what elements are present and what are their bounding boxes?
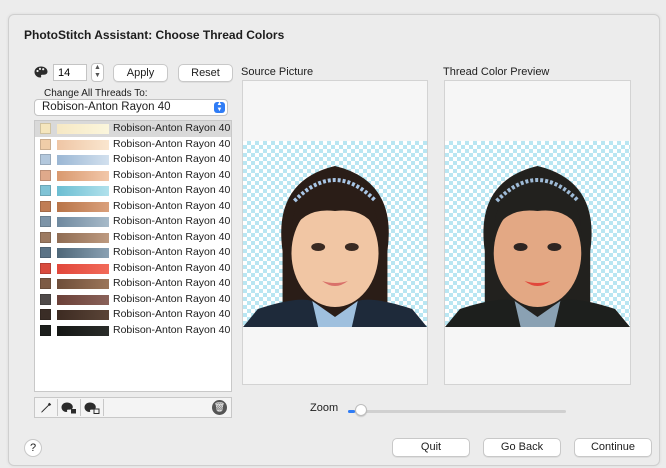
reset-button[interactable]: Reset bbox=[178, 64, 233, 82]
thread-color-strip bbox=[57, 263, 109, 274]
thread-row[interactable]: Robison-Anton Rayon 40 25 bbox=[35, 307, 231, 323]
thread-name: Robison-Anton Rayon 40 24 bbox=[113, 168, 232, 181]
thread-row[interactable]: Robison-Anton Rayon 40 25 bbox=[35, 261, 231, 277]
thread-color-strip bbox=[57, 325, 109, 336]
eyedropper-button[interactable] bbox=[35, 399, 58, 416]
go-back-button[interactable]: Go Back bbox=[483, 438, 561, 457]
source-picture-image bbox=[243, 141, 427, 327]
thread-swatch bbox=[40, 185, 51, 196]
thread-row[interactable]: Robison-Anton Rayon 40 23 bbox=[35, 230, 231, 246]
thread-row[interactable]: Robison-Anton Rayon 40 24 bbox=[35, 323, 231, 339]
thread-swatch bbox=[40, 169, 51, 181]
thread-swatch bbox=[40, 324, 51, 336]
zoom-slider-fill bbox=[348, 410, 355, 413]
window-title: PhotoStitch Assistant: Choose Thread Col… bbox=[24, 28, 285, 42]
thread-name: Robison-Anton Rayon 40 26 bbox=[113, 292, 232, 305]
thread-row[interactable]: Robison-Anton Rayon 40 22 bbox=[35, 199, 231, 215]
thread-swatch bbox=[40, 138, 51, 150]
replace-color-button[interactable] bbox=[81, 399, 104, 416]
thread-name: Robison-Anton Rayon 40 25 bbox=[113, 261, 232, 274]
chevron-up-icon: ▲ bbox=[94, 64, 101, 71]
thread-swatch bbox=[40, 154, 51, 165]
thread-name: Robison-Anton Rayon 40 24 bbox=[113, 137, 232, 150]
thread-color-strip bbox=[57, 310, 109, 320]
select-chevron-icon: ▲ ▼ bbox=[214, 101, 225, 113]
thread-name: Robison-Anton Rayon 40 23 bbox=[113, 184, 232, 196]
thread-color-strip bbox=[57, 279, 109, 289]
zoom-label: Zoom bbox=[310, 402, 339, 414]
add-color-button[interactable] bbox=[58, 399, 81, 416]
trash-icon[interactable]: 🗑 bbox=[212, 400, 227, 415]
thread-swatch bbox=[40, 262, 51, 274]
change-all-label: Change All Threads To: bbox=[44, 88, 148, 99]
thread-color-strip bbox=[57, 248, 109, 258]
source-picture-label: Source Picture bbox=[241, 66, 314, 78]
thread-preview-image bbox=[445, 141, 630, 327]
color-count-stepper[interactable]: ▲ ▼ bbox=[91, 63, 104, 82]
thread-row[interactable]: Robison-Anton Rayon 40 24 bbox=[35, 168, 231, 184]
thread-row[interactable]: Robison-Anton Rayon 40 23 bbox=[35, 183, 231, 199]
thread-name: Robison-Anton Rayon 40 24 bbox=[113, 277, 232, 289]
thread-color-strip bbox=[57, 294, 109, 305]
thread-swatch bbox=[40, 216, 51, 227]
quit-button[interactable]: Quit bbox=[392, 438, 470, 457]
thread-swatch bbox=[40, 231, 51, 243]
zoom-slider-track[interactable] bbox=[348, 410, 566, 413]
thread-color-strip bbox=[57, 170, 109, 181]
thread-row[interactable]: Robison-Anton Rayon 40 26 bbox=[35, 214, 231, 230]
thread-list[interactable]: Robison-Anton Rayon 40 23 Robison-Anton R… bbox=[34, 120, 232, 392]
thread-color-strip bbox=[57, 155, 109, 165]
thread-color-strip bbox=[57, 232, 109, 243]
thread-preview-label: Thread Color Preview bbox=[443, 66, 550, 78]
thread-name: Robison-Anton Rayon 40 24 bbox=[113, 323, 232, 336]
thread-color-strip bbox=[57, 139, 109, 150]
zoom-slider-knob[interactable] bbox=[354, 404, 367, 416]
thread-swatch bbox=[40, 247, 51, 258]
thread-swatch bbox=[40, 123, 51, 134]
continue-button[interactable]: Continue bbox=[574, 438, 652, 457]
thread-row[interactable]: Robison-Anton Rayon 40 26 bbox=[35, 292, 231, 308]
thread-name: Robison-Anton Rayon 40 23 bbox=[113, 153, 232, 165]
thread-toolbar: 🗑 bbox=[34, 397, 232, 418]
thread-name: Robison-Anton Rayon 40 22 bbox=[113, 199, 232, 212]
thread-row[interactable]: Robison-Anton Rayon 40 24 bbox=[35, 137, 231, 153]
palette-swap-icon bbox=[84, 402, 100, 414]
thread-row[interactable]: Robison-Anton Rayon 40 24 bbox=[35, 276, 231, 292]
thread-color-strip bbox=[57, 201, 109, 212]
thread-preview-panel bbox=[444, 80, 631, 385]
thread-name: Robison-Anton Rayon 40 23 bbox=[113, 230, 232, 243]
thread-swatch bbox=[40, 278, 51, 289]
thread-swatch bbox=[40, 309, 51, 320]
chevron-down-icon: ▼ bbox=[94, 72, 101, 79]
thread-color-strip bbox=[57, 186, 109, 196]
thread-row[interactable]: Robison-Anton Rayon 40 23 bbox=[35, 152, 231, 168]
thread-row[interactable]: Robison-Anton Rayon 40 23 bbox=[35, 121, 231, 137]
source-picture-panel bbox=[242, 80, 428, 385]
palette-icon bbox=[34, 66, 48, 78]
thread-name: Robison-Anton Rayon 40 26 bbox=[113, 246, 232, 258]
thread-swatch bbox=[40, 293, 51, 305]
apply-button[interactable]: Apply bbox=[113, 64, 168, 82]
palette-add-icon bbox=[61, 402, 76, 414]
help-button[interactable]: ? bbox=[24, 439, 42, 457]
eyedropper-icon bbox=[41, 402, 52, 413]
thread-color-strip bbox=[57, 217, 109, 227]
thread-name: Robison-Anton Rayon 40 23 bbox=[113, 122, 232, 134]
thread-row[interactable]: Robison-Anton Rayon 40 26 bbox=[35, 245, 231, 261]
thread-color-strip bbox=[57, 124, 109, 134]
thread-brand-select[interactable]: Robison-Anton Rayon 40 ▲ ▼ bbox=[34, 99, 228, 116]
thread-brand-value: Robison-Anton Rayon 40 bbox=[42, 101, 171, 113]
color-count-input[interactable] bbox=[53, 64, 87, 81]
thread-name: Robison-Anton Rayon 40 25 bbox=[113, 308, 232, 320]
thread-swatch bbox=[40, 200, 51, 212]
thread-name: Robison-Anton Rayon 40 26 bbox=[113, 215, 232, 227]
